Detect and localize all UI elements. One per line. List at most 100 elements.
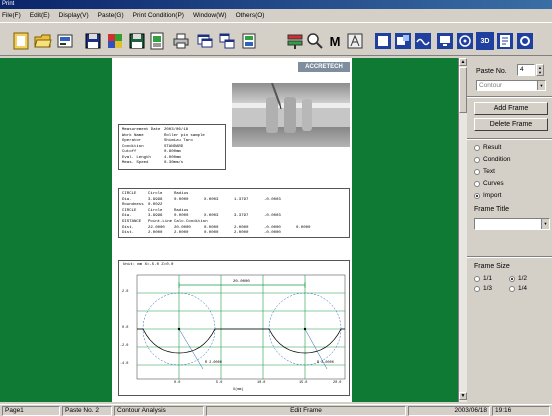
frame-size-label: Frame Size: [474, 263, 510, 270]
radio-button[interactable]: [474, 168, 480, 175]
monitor-icon[interactable]: [436, 32, 454, 50]
dimension-label: 20.0000: [233, 280, 250, 284]
print-preview-area[interactable]: ACCRETECH Measurement Date 2003/06/18 Wor…: [0, 58, 458, 402]
result-cell: 2.0000: [234, 231, 249, 236]
status-bar: Page1 Paste No. 2 Contour Analysis Edit …: [0, 404, 552, 416]
menu-paste[interactable]: Paste(G): [98, 12, 124, 19]
radius-label-right: R 2.0000: [317, 361, 334, 365]
report-icon[interactable]: [496, 32, 514, 50]
settings-icon[interactable]: [516, 32, 534, 50]
add-frame-button[interactable]: Add Frame: [474, 102, 548, 115]
panel-divider: [467, 138, 552, 140]
paste-no-field[interactable]: 4: [517, 64, 535, 76]
y-tick: 0.0: [122, 326, 129, 330]
radio-button[interactable]: [474, 180, 480, 187]
x-tick: 15.0: [299, 381, 308, 385]
m-mode-icon[interactable]: M: [326, 32, 344, 50]
menu-bar: File(F) Edit(E) Display(V) Paste(G) Prin…: [0, 9, 552, 21]
radio-label: 1/4: [518, 285, 528, 292]
panel-divider: [467, 96, 552, 98]
frame-icon[interactable]: [240, 32, 258, 50]
y-tick: -2.0: [120, 344, 129, 348]
three-d-icon[interactable]: 3D: [476, 32, 494, 50]
print-setup-icon[interactable]: [56, 32, 74, 50]
frame-title-select[interactable]: ▼: [474, 218, 550, 230]
paste-type-select[interactable]: Contour ▼: [476, 80, 546, 91]
x-tick: 10.0: [257, 381, 266, 385]
window-title: Print: [2, 1, 15, 7]
result-row: Dist. 2.0000 2.0000 0.0000 2.0000 -0.0000: [122, 231, 346, 237]
status-page: Page1: [2, 406, 60, 416]
result-cell: 0.0000: [174, 197, 189, 202]
y-tick: 2.0: [122, 290, 129, 294]
window-icon[interactable]: [196, 32, 214, 50]
size-option-1-4[interactable]: 1/4: [509, 285, 527, 292]
x-tick: 20.0: [333, 381, 342, 385]
target-icon[interactable]: [456, 32, 474, 50]
result-cell: Dist.: [122, 231, 135, 236]
radio-button[interactable]: [474, 285, 480, 292]
zoom-icon[interactable]: [306, 32, 324, 50]
open-icon[interactable]: [34, 32, 52, 50]
radio-button[interactable]: [509, 285, 515, 292]
meta-row: Meas. Speed 0.30mm/s: [122, 161, 222, 167]
radio-result[interactable]: Result: [474, 144, 501, 151]
color-icon[interactable]: [106, 32, 124, 50]
radio-button[interactable]: [474, 156, 480, 163]
display-icon[interactable]: [374, 32, 392, 50]
status-action: Edit Frame: [206, 406, 406, 416]
save-as-icon[interactable]: [128, 32, 146, 50]
radio-text[interactable]: Text: [474, 168, 495, 175]
scroll-thumb[interactable]: [459, 67, 467, 113]
tile-icon[interactable]: [218, 32, 236, 50]
radio-import[interactable]: Import: [474, 192, 501, 199]
result-cell: X.0003: [204, 197, 219, 202]
result-cell: 2.0000: [174, 231, 189, 236]
print-icon[interactable]: [172, 32, 190, 50]
radio-button[interactable]: [474, 275, 480, 282]
size-option-1-2[interactable]: 1/2: [509, 275, 527, 282]
x-axis-label: X(mm): [233, 388, 244, 392]
y-tick: -4.0: [120, 362, 129, 366]
vertical-scrollbar[interactable]: ▲ ▼: [458, 58, 467, 402]
radio-button-selected[interactable]: [474, 192, 480, 199]
status-time: 19:16: [492, 406, 550, 416]
menu-window[interactable]: Window(W): [193, 12, 227, 19]
menu-file[interactable]: File(F): [2, 12, 21, 19]
frame-settings-panel: Paste No. 4 ▲ ▼ Contour ▼ Add Frame Delet…: [467, 58, 552, 402]
menu-others[interactable]: Others(O): [236, 12, 265, 19]
delete-frame-button[interactable]: Delete Frame: [474, 118, 548, 131]
new-icon[interactable]: [12, 32, 30, 50]
tool-icon[interactable]: [394, 32, 412, 50]
scroll-down-button[interactable]: ▼: [459, 392, 467, 400]
radio-curves[interactable]: Curves: [474, 180, 504, 187]
radio-label: Import: [483, 192, 502, 199]
paste-no-spinner[interactable]: ▲ ▼: [536, 64, 544, 76]
result-cell: 1.3797: [234, 197, 249, 202]
chevron-down-icon[interactable]: ▼: [541, 219, 549, 229]
x-tick: 5.0: [216, 381, 223, 385]
wave-icon[interactable]: [414, 32, 432, 50]
report-page: ACCRETECH Measurement Date 2003/06/18 Wor…: [112, 58, 352, 402]
size-option-1-3[interactable]: 1/3: [474, 285, 492, 292]
save-icon[interactable]: [84, 32, 102, 50]
chevron-down-icon[interactable]: ▼: [537, 81, 545, 90]
print-window: Print File(F) Edit(E) Display(V) Paste(G…: [0, 0, 552, 416]
radio-label: Curves: [483, 180, 504, 187]
layout-icon[interactable]: [286, 32, 304, 50]
brand-name: ACCRETECH: [305, 64, 343, 70]
paste-type-value: Contour: [479, 82, 503, 89]
radio-button-selected[interactable]: [509, 275, 515, 282]
radio-button[interactable]: [474, 144, 480, 151]
grid-icon[interactable]: [148, 32, 166, 50]
a-mode-icon[interactable]: [346, 32, 364, 50]
menu-print-condition[interactable]: Print Condition(P): [133, 12, 184, 19]
radio-condition[interactable]: Condition: [474, 156, 510, 163]
size-option-1-1[interactable]: 1/1: [474, 275, 492, 282]
menu-display[interactable]: Display(V): [59, 12, 89, 19]
result-cell: 0.0000: [296, 225, 311, 230]
radio-label: 1/1: [483, 275, 493, 282]
scroll-up-button[interactable]: ▲: [459, 58, 467, 66]
x-tick: 0.0: [174, 381, 181, 385]
menu-edit[interactable]: Edit(E): [30, 12, 50, 19]
